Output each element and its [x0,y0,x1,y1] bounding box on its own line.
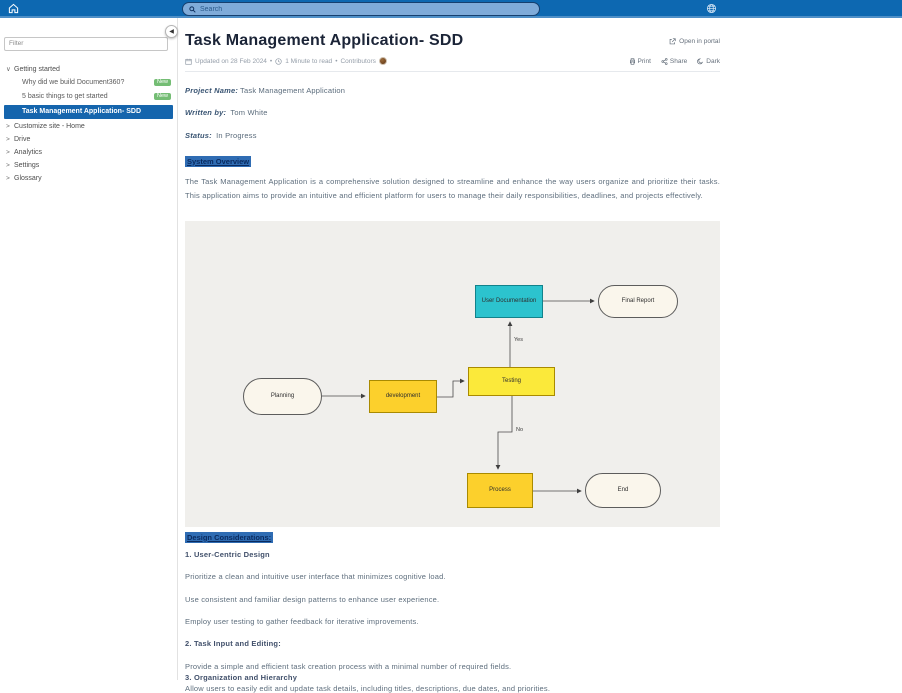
flow-node-user-documentation: User Documentation [475,285,543,318]
sidebar: ∨ Getting started Why did we build Docum… [0,18,178,680]
read-time: 1 Minute to read [285,58,332,65]
search-icon [189,6,196,13]
sidebar-item-task-management-sdd-selected[interactable]: Task Management Application- SDD [4,105,173,119]
design-paragraph: Prioritize a clean and intuitive user in… [185,572,720,581]
clock-icon [275,58,282,65]
sidebar-item-settings[interactable]: > Settings [4,159,173,172]
printer-icon [629,58,636,65]
design-subheading-1: 1. User-Centric Design [185,550,720,559]
contributor-avatar[interactable] [379,57,387,65]
share-button[interactable]: Share [661,58,687,65]
contributors-label: Contributors [340,58,375,65]
sidebar-item-customize-site[interactable]: > Customize site - Home [4,120,173,133]
new-badge: New [154,93,171,101]
sidebar-item-label: Customize site - Home [14,123,85,130]
design-paragraph: Allow users to easily edit and update ta… [185,684,720,693]
top-navigation-bar [0,0,902,18]
article-actions: Print Share Dark [629,58,720,65]
home-icon[interactable] [8,3,20,15]
sidebar-item-label: 5 basic things to get started [22,93,108,100]
open-in-portal-link[interactable]: Open in portal [669,38,720,45]
flow-node-development: development [369,380,437,413]
chevron-down-icon: ∨ [6,65,14,73]
design-paragraph: Employ user testing to gather feedback f… [185,617,720,626]
search-input[interactable] [200,6,533,13]
field-project-name: Project Name:Task Management Application [185,86,720,95]
edge-label-no: No [516,427,523,433]
dark-mode-button[interactable]: Dark [697,58,720,65]
article: Open in portal Task Management Applicati… [185,18,720,693]
calendar-icon [185,58,192,65]
section-heading-design-considerations: Design Considerations: [185,532,273,543]
flow-node-final-report: Final Report [598,285,678,318]
globe-icon[interactable] [706,3,718,15]
chevron-right-icon: > [6,149,14,156]
section-heading-system-overview: System Overview [185,156,251,167]
moon-icon [697,58,704,65]
sidebar-section-label: Getting started [14,66,60,73]
sidebar-item-analytics[interactable]: > Analytics [4,146,173,159]
chevron-right-icon: > [6,162,14,169]
filter-input[interactable] [4,37,168,51]
overview-paragraph: The Task Management Application is a com… [185,175,720,203]
chevron-right-icon: > [6,136,14,143]
design-paragraph: Use consistent and familiar design patte… [185,595,720,604]
field-written-by: Written by: Tom White [185,108,720,117]
sidebar-section-getting-started[interactable]: ∨ Getting started [4,63,173,76]
field-status: Status: In Progress [185,131,720,140]
external-link-icon [669,38,676,45]
print-button[interactable]: Print [629,58,651,65]
sidebar-item-drive[interactable]: > Drive [4,133,173,146]
sidebar-item-label: Analytics [14,149,42,156]
search-bar[interactable] [182,2,540,16]
updated-date: Updated on 28 Feb 2024 [195,58,267,65]
flowchart-image[interactable]: Planning development Testing User Docume… [185,221,720,527]
design-paragraph: Provide a simple and efficient task crea… [185,662,720,671]
share-icon [661,58,668,65]
sidebar-item-label: Glossary [14,175,42,182]
category-tree: ∨ Getting started Why did we build Docum… [4,63,173,185]
article-meta: Updated on 28 Feb 2024 • 1 Minute to rea… [185,57,387,65]
sidebar-item-glossary[interactable]: > Glossary [4,172,173,185]
sidebar-item-label: Settings [14,162,39,169]
flow-node-testing: Testing [468,367,555,396]
sidebar-item-why-document360[interactable]: Why did we build Document360? New [4,76,173,90]
design-subheading-2: 2. Task Input and Editing: [185,639,720,648]
design-subheading-3-cutoff: 3. Organization and Hierarchy [185,673,720,682]
chevron-right-icon: > [6,123,14,130]
sidebar-item-label: Why did we build Document360? [22,79,124,86]
sidebar-item-label: Drive [14,136,30,143]
sidebar-item-label: Task Management Application- SDD [22,108,141,115]
edge-label-yes: Yes [514,337,523,343]
header-divider [185,71,720,72]
page-title: Task Management Application- SDD [185,32,720,50]
sidebar-collapse-button[interactable]: ◀ [165,25,178,38]
flow-node-planning: Planning [243,378,322,415]
sidebar-item-5-basic-things[interactable]: 5 basic things to get started New [4,90,173,104]
flow-node-end: End [585,473,661,508]
flow-node-process: Process [467,473,533,508]
chevron-right-icon: > [6,175,14,182]
new-badge: New [154,79,171,87]
article-meta-row: Updated on 28 Feb 2024 • 1 Minute to rea… [185,57,720,65]
